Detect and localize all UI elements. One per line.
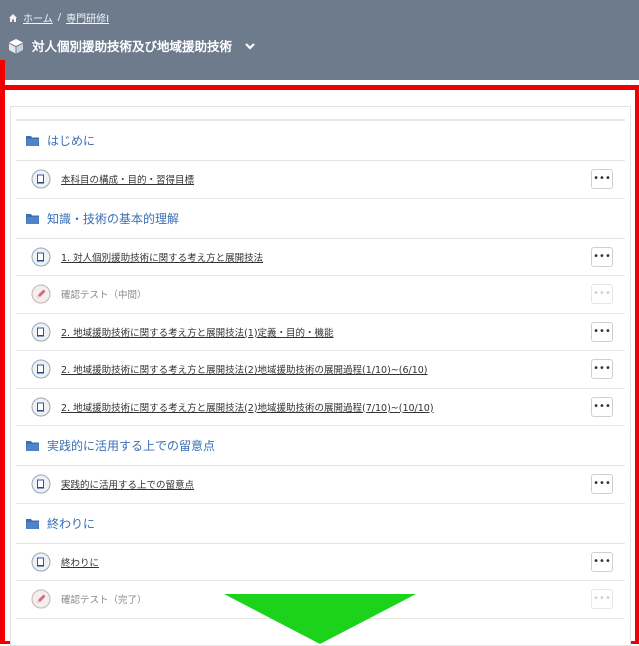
book-icon bbox=[31, 359, 51, 379]
green-arrow-annotation bbox=[224, 594, 416, 644]
item-label[interactable]: 2. 地域援助技術に関する考え方と展開技法(2)地域援助技術の展開過程(7/10… bbox=[61, 400, 434, 414]
home-icon bbox=[9, 13, 17, 22]
course-sections: はじめに本科目の構成・目的・習得目標 ••• 知識・技術の基本的理解 1. 対人個別援… bbox=[16, 119, 625, 619]
lesson-item[interactable]: 2. 地域援助技術に関する考え方と展開技法(2)地域援助技術の展開過程(7/10… bbox=[16, 389, 625, 426]
book-icon bbox=[31, 397, 51, 417]
item-label[interactable]: 実践的に活用する上での留意点 bbox=[61, 477, 194, 491]
breadcrumb: ホーム / 専門研修Ⅰ bbox=[8, 10, 109, 25]
section-header: 終わりに bbox=[16, 504, 625, 544]
section-title: 実践的に活用する上での留意点 bbox=[47, 439, 216, 453]
pencil-icon bbox=[31, 284, 51, 304]
book-icon bbox=[31, 247, 51, 267]
item-label[interactable]: 1. 対人個別援助技術に関する考え方と展開技法 bbox=[61, 250, 263, 264]
pencil-icon bbox=[31, 589, 51, 609]
highlight-border-top bbox=[0, 85, 639, 90]
more-options-button[interactable]: ••• bbox=[591, 284, 613, 305]
book-icon bbox=[31, 552, 51, 572]
item-label[interactable]: 本科目の構成・目的・習得目標 bbox=[61, 172, 194, 186]
page-title: 対人個別援助技術及び地域援助技術 bbox=[8, 36, 256, 55]
lesson-item[interactable]: 2. 地域援助技術に関する考え方と展開技法(1)定義・目的・機能 ••• bbox=[16, 314, 625, 351]
lesson-item[interactable]: 1. 対人個別援助技術に関する考え方と展開技法 ••• bbox=[16, 239, 625, 276]
item-label: 確認テスト（完了） bbox=[61, 595, 147, 607]
breadcrumb-course-link[interactable]: 専門研修Ⅰ bbox=[66, 10, 109, 25]
more-options-button[interactable]: ••• bbox=[591, 169, 613, 190]
lesson-item[interactable]: 実践的に活用する上での留意点 ••• bbox=[16, 466, 625, 504]
course-title: 対人個別援助技術及び地域援助技術 bbox=[32, 39, 233, 54]
book-icon bbox=[31, 474, 51, 494]
more-options-button[interactable]: ••• bbox=[591, 551, 613, 572]
more-options-button[interactable]: ••• bbox=[591, 359, 613, 380]
chevron-down-icon[interactable] bbox=[244, 40, 256, 52]
folder-icon bbox=[26, 213, 39, 224]
more-options-button[interactable]: ••• bbox=[591, 589, 613, 610]
section-header: 実践的に活用する上での留意点 bbox=[16, 426, 625, 466]
more-options-button[interactable]: ••• bbox=[591, 474, 613, 495]
folder-icon bbox=[26, 440, 39, 451]
book-icon bbox=[31, 322, 51, 342]
highlight-border-left bbox=[0, 60, 5, 644]
lesson-item[interactable]: 終わりに ••• bbox=[16, 544, 625, 581]
folder-icon bbox=[26, 518, 39, 529]
section-title: 終わりに bbox=[47, 516, 96, 531]
item-label[interactable]: 終わりに bbox=[61, 555, 99, 569]
breadcrumb-home-link[interactable]: ホーム bbox=[23, 10, 53, 25]
more-options-button[interactable]: ••• bbox=[591, 321, 613, 342]
item-label[interactable]: 2. 地域援助技術に関する考え方と展開技法(1)定義・目的・機能 bbox=[61, 325, 334, 339]
item-label[interactable]: 2. 地域援助技術に関する考え方と展開技法(2)地域援助技術の展開過程(1/10… bbox=[61, 362, 428, 376]
book-icon bbox=[31, 169, 51, 189]
more-options-button[interactable]: ••• bbox=[591, 396, 613, 417]
lesson-item[interactable]: 本科目の構成・目的・習得目標 ••• bbox=[16, 161, 625, 199]
section-title: 知識・技術の基本的理解 bbox=[47, 211, 180, 226]
course-content-panel: はじめに本科目の構成・目的・習得目標 ••• 知識・技術の基本的理解 1. 対人個別援… bbox=[10, 106, 631, 646]
cube-icon bbox=[9, 38, 23, 53]
section-header: はじめに bbox=[16, 121, 625, 161]
item-label: 確認テスト（中間） bbox=[61, 290, 147, 302]
section-title: はじめに bbox=[47, 134, 96, 148]
more-options-button[interactable]: ••• bbox=[591, 246, 613, 267]
course-header: ホーム / 専門研修Ⅰ 対人個別援助技術及び地域援助技術 bbox=[0, 0, 639, 80]
quiz-item: 確認テスト（中間） ••• bbox=[16, 276, 625, 314]
breadcrumb-separator: / bbox=[57, 12, 62, 23]
highlight-border-right bbox=[635, 85, 639, 644]
lesson-item[interactable]: 2. 地域援助技術に関する考え方と展開技法(2)地域援助技術の展開過程(1/10… bbox=[16, 351, 625, 389]
section-header: 知識・技術の基本的理解 bbox=[16, 199, 625, 239]
folder-icon bbox=[26, 135, 39, 146]
